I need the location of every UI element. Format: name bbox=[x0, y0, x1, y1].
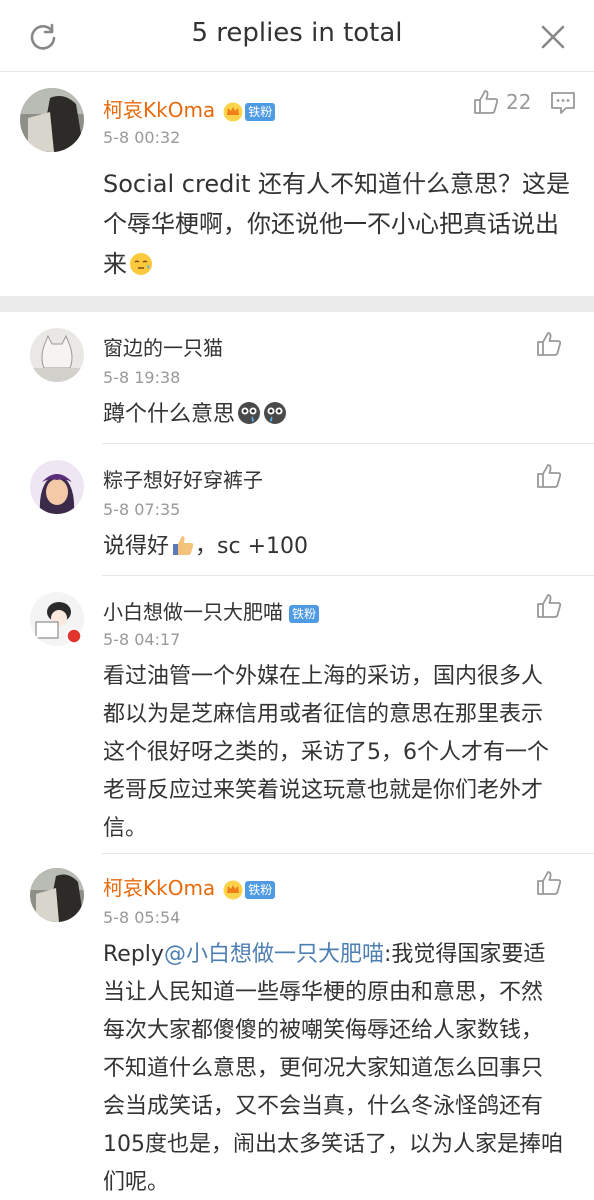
comment-time: 5-8 00:32 bbox=[103, 128, 181, 147]
page-title: 5 replies in total bbox=[191, 18, 403, 48]
avatar[interactable] bbox=[30, 460, 84, 514]
reply-text: Reply@小白想做一只大肥喵:我觉得国家要适当让人民知道一些辱华梗的原由和意思… bbox=[103, 936, 563, 1200]
reply-item: 窗边的一只猫 5-8 19:38 蹲个什么意思 bbox=[0, 312, 594, 444]
thumbs-up-icon[interactable] bbox=[535, 869, 563, 897]
avatar-image bbox=[30, 460, 84, 514]
reply-prefix: Reply bbox=[103, 942, 164, 967]
mention-link[interactable]: @小白想做一只大肥喵 bbox=[164, 942, 384, 967]
author-name: 柯哀KkOma bbox=[103, 98, 216, 122]
main-comment: 柯哀KkOma 铁粉 5-8 00:32 22 Social credit 还有人… bbox=[0, 72, 594, 296]
reply-time: 5-8 04:17 bbox=[103, 630, 181, 649]
fan-badge: 铁粉 bbox=[245, 880, 276, 899]
reply-item: 小白想做一只大肥喵 铁粉 5-8 04:17 看过油管一个外媒在上海的采访，国内很… bbox=[0, 576, 594, 854]
crown-icon bbox=[223, 102, 243, 121]
reply-text: 看过油管一个外媒在上海的采访，国内很多人都以为是芝麻信用或者征信的意思在那里表示… bbox=[103, 664, 549, 841]
reply-time: 5-8 07:35 bbox=[103, 500, 181, 519]
reply-author[interactable]: 粽子想好好穿裤子 bbox=[103, 464, 263, 493]
reply-author[interactable]: 窗边的一只猫 bbox=[103, 332, 223, 361]
reply-time: 5-8 05:54 bbox=[103, 908, 181, 927]
avatar-image bbox=[30, 328, 84, 382]
avatar[interactable] bbox=[30, 592, 84, 646]
thumbs-up-icon[interactable] bbox=[535, 592, 563, 620]
sweat-emoji-icon bbox=[130, 253, 152, 275]
section-divider bbox=[0, 296, 594, 312]
avatar[interactable] bbox=[30, 868, 84, 922]
reply-text: 说得好 ，sc +100 bbox=[103, 528, 573, 566]
author-name: 小白想做一只大肥喵 bbox=[103, 600, 283, 624]
reply-time: 5-8 19:38 bbox=[103, 368, 181, 387]
reply-item: 粽子想好好穿裤子 5-8 07:35 说得好 ，sc +100 bbox=[0, 444, 594, 576]
avatar[interactable] bbox=[20, 88, 84, 152]
comment-icon[interactable] bbox=[549, 89, 577, 117]
reply-text-body: 蹲个什么意思 bbox=[103, 402, 236, 427]
avatar-image bbox=[20, 88, 84, 152]
reply-text: 蹲个什么意思 bbox=[103, 396, 573, 434]
reply-author[interactable]: 小白想做一只大肥喵 铁粉 bbox=[103, 596, 320, 625]
fan-badge: 铁粉 bbox=[289, 604, 320, 623]
thumbs-up-icon[interactable] bbox=[535, 330, 563, 358]
reply-text-tail: ，sc +100 bbox=[195, 534, 308, 559]
header-bar: 5 replies in total bbox=[0, 0, 594, 72]
reply-item: 柯哀KkOma 铁粉 5-8 05:54 Reply@小白想做一只大肥喵:我觉得国… bbox=[0, 854, 594, 1200]
shocked-emoji-icon bbox=[238, 402, 261, 424]
avatar[interactable] bbox=[30, 328, 84, 382]
reply-text-body: 说得好 bbox=[103, 534, 170, 559]
fan-badge: 铁粉 bbox=[245, 102, 276, 121]
avatar-image bbox=[30, 868, 84, 922]
thumbs-up-icon[interactable] bbox=[472, 88, 500, 116]
thumbs-up-icon[interactable] bbox=[535, 462, 563, 490]
shocked-emoji-icon bbox=[264, 402, 287, 424]
avatar-image bbox=[30, 592, 84, 646]
reply-text-body: :我觉得国家要适当让人民知道一些辱华梗的原由和意思，不然每次大家都傻傻的被嘲笑侮… bbox=[103, 942, 563, 1195]
thumbs-up-emoji-icon bbox=[173, 536, 194, 555]
comment-text-body: Social credit 还有人不知道什么意思？这是个辱华梗啊，你还说他一不小… bbox=[103, 170, 571, 278]
like-count: 22 bbox=[506, 90, 532, 114]
reply-author[interactable]: 柯哀KkOma 铁粉 bbox=[103, 872, 276, 901]
crown-icon bbox=[223, 880, 243, 899]
comment-author[interactable]: 柯哀KkOma 铁粉 bbox=[103, 94, 276, 123]
close-icon[interactable] bbox=[538, 22, 568, 52]
author-name: 柯哀KkOma bbox=[103, 876, 216, 900]
comment-text: Social credit 还有人不知道什么意思？这是个辱华梗啊，你还说他一不小… bbox=[103, 164, 573, 284]
